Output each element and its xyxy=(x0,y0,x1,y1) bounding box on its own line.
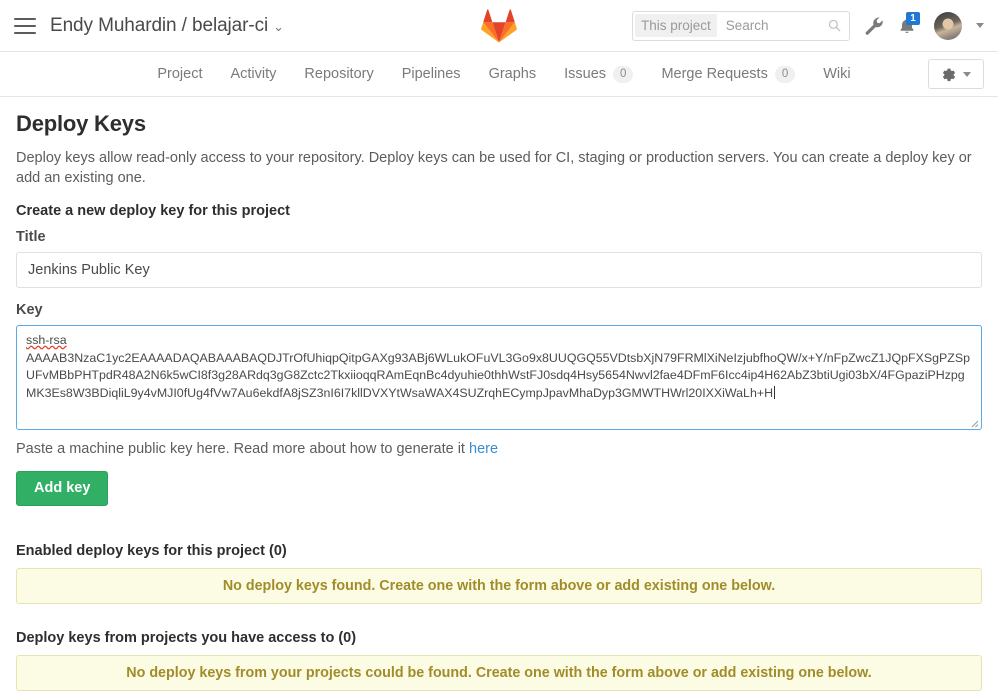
chevron-down-icon xyxy=(963,71,971,77)
page-title: Deploy Keys xyxy=(16,111,146,136)
title-input[interactable] xyxy=(16,252,982,288)
page-description: Deploy keys allow read-only access to yo… xyxy=(16,150,972,186)
breadcrumb[interactable]: Endy Muhardin / belajar-ci ⌄ xyxy=(50,15,284,37)
breadcrumb-label: Endy Muhardin / belajar-ci xyxy=(50,14,269,36)
tab-label: Merge Requests xyxy=(661,66,768,82)
wrench-icon[interactable] xyxy=(864,16,884,36)
enabled-deploy-keys-section: Enabled deploy keys for this project (0)… xyxy=(16,543,982,604)
user-avatar xyxy=(934,11,962,40)
tab-project[interactable]: Project xyxy=(143,66,216,82)
navbar-right-group: This project Search 1 xyxy=(632,10,984,41)
gitlab-logo[interactable] xyxy=(481,8,517,43)
main-content: Deploy Keys Deploy keys allow read-only … xyxy=(0,97,998,691)
tab-repository[interactable]: Repository xyxy=(290,66,387,82)
project-settings-button[interactable] xyxy=(928,59,984,89)
search-icon xyxy=(828,19,841,32)
key-help-label: Paste a machine public key here. Read mo… xyxy=(16,441,469,457)
tab-label: Repository xyxy=(304,66,374,82)
tab-label: Activity xyxy=(230,66,277,82)
tab-label: Wiki xyxy=(823,66,851,82)
key-type-prefix: ssh-rsa xyxy=(26,333,67,347)
available-deploy-keys-section: Deploy keys from projects you have acces… xyxy=(16,630,982,691)
tab-issues[interactable]: Issues 0 xyxy=(550,65,647,83)
generate-key-link[interactable]: here xyxy=(469,441,498,457)
tab-wiki[interactable]: Wiki xyxy=(809,66,864,82)
enabled-keys-title: Enabled deploy keys for this project (0) xyxy=(16,542,287,559)
gear-icon xyxy=(942,68,955,81)
tab-label: Graphs xyxy=(488,66,537,82)
textarea-resize-handle[interactable] xyxy=(967,416,979,428)
notification-count-badge: 1 xyxy=(906,11,920,25)
chevron-down-icon[interactable] xyxy=(976,23,984,28)
chevron-down-icon: ⌄ xyxy=(273,18,284,34)
merge-requests-count-badge: 0 xyxy=(774,65,796,83)
project-navigation: Project Activity Repository Pipelines Gr… xyxy=(0,52,998,97)
search-input[interactable]: This project Search xyxy=(632,10,850,41)
search-placeholder: Search xyxy=(725,18,769,33)
tab-label: Project xyxy=(157,66,203,82)
available-keys-empty-message: No deploy keys from your projects could … xyxy=(16,654,982,691)
project-tabs: Project Activity Repository Pipelines Gr… xyxy=(133,65,864,83)
key-field-label: Key xyxy=(16,302,43,318)
tab-label: Pipelines xyxy=(401,66,461,82)
text-cursor xyxy=(774,385,776,399)
tab-merge-requests[interactable]: Merge Requests 0 xyxy=(647,65,809,83)
top-navbar: Endy Muhardin / belajar-ci ⌄ This project… xyxy=(0,0,998,52)
key-field-group: Key ssh-rsa AAAAB3NzaC1yc2EAAAADAQABAAAB… xyxy=(16,302,982,430)
issues-count-badge: 0 xyxy=(613,65,634,83)
form-heading: Create a new deploy key for this project xyxy=(16,203,290,219)
user-menu[interactable] xyxy=(934,11,962,40)
hamburger-menu-icon[interactable] xyxy=(14,17,36,34)
add-key-button[interactable]: Add key xyxy=(16,471,109,506)
key-body: AAAAB3NzaC1yc2EAAAADAQABAAABAQDJTrOfUhiq… xyxy=(26,350,970,400)
key-help-text: Paste a machine public key here. Read mo… xyxy=(16,441,982,457)
key-textarea[interactable]: ssh-rsa AAAAB3NzaC1yc2EAAAADAQABAAABAQDJ… xyxy=(16,325,982,430)
tab-activity[interactable]: Activity xyxy=(216,66,290,82)
notifications-button[interactable]: 1 xyxy=(898,11,920,37)
available-keys-title: Deploy keys from projects you have acces… xyxy=(16,629,357,646)
tab-label: Issues xyxy=(564,66,607,82)
enabled-keys-empty-message: No deploy keys found. Create one with th… xyxy=(16,567,982,604)
tab-pipelines[interactable]: Pipelines xyxy=(388,66,475,82)
title-field-label: Title xyxy=(16,229,46,245)
tab-graphs[interactable]: Graphs xyxy=(475,66,551,82)
search-scope-chip[interactable]: This project xyxy=(635,14,717,37)
